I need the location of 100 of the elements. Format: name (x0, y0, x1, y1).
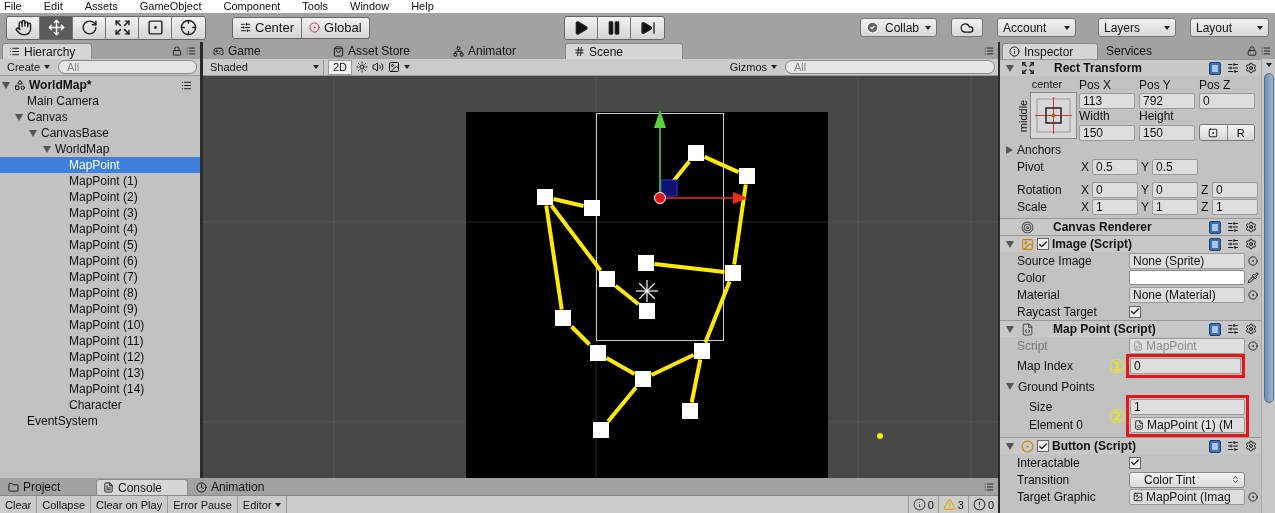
settings-icon[interactable] (1245, 62, 1257, 74)
menu-item[interactable]: Help (411, 0, 434, 13)
expanded-arrow-icon[interactable] (1006, 442, 1014, 450)
scrollbar[interactable] (1261, 59, 1275, 513)
scene-tab[interactable]: Animator (445, 43, 563, 59)
hierarchy-item[interactable]: Main Camera (0, 93, 200, 109)
color-field[interactable] (1129, 270, 1245, 285)
lock-icon[interactable] (1247, 46, 1257, 56)
hierarchy-item[interactable]: MapPoint (12) (0, 349, 200, 365)
tool-button[interactable] (172, 16, 205, 39)
hierarchy-item[interactable]: MapPoint (5) (0, 237, 200, 253)
menu-item[interactable]: Assets (84, 0, 118, 13)
sun-icon[interactable] (356, 61, 369, 73)
menu-item[interactable]: Edit (43, 0, 63, 13)
console-button[interactable]: Collapse (37, 496, 92, 513)
console-button[interactable]: Clear (0, 496, 38, 513)
expanded-arrow-icon[interactable] (1006, 240, 1014, 248)
image-icon[interactable] (388, 61, 401, 73)
hierarchy-item[interactable]: EventSystem (0, 413, 200, 429)
eyedropper-icon[interactable] (1247, 271, 1259, 284)
help-book-icon[interactable] (1209, 61, 1221, 75)
sliders-icon[interactable] (1227, 323, 1239, 335)
hierarchy-item[interactable]: MapPoint (1) (0, 173, 200, 189)
help-book-icon[interactable] (1209, 237, 1221, 251)
speaker-icon[interactable] (372, 61, 385, 73)
editor-dropdown[interactable]: Editor (237, 496, 287, 513)
layout-dropdown[interactable]: Layout (1190, 18, 1269, 37)
pause-button[interactable] (598, 16, 632, 39)
create-dropdown[interactable]: Create (3, 59, 55, 75)
tool-button[interactable] (7, 16, 40, 39)
tool-button[interactable] (40, 16, 73, 39)
tool-button[interactable] (73, 16, 106, 39)
hierarchy-item[interactable]: MapPoint (14) (0, 381, 200, 397)
scene-tab[interactable]: Game (205, 43, 323, 59)
menu-icon[interactable] (181, 79, 192, 91)
plane-handle[interactable] (660, 179, 678, 197)
number-field[interactable]: 0.5 (1092, 158, 1138, 175)
sliders-icon[interactable] (1227, 440, 1239, 452)
expanded-arrow-icon[interactable] (2, 81, 10, 89)
raw-edit-button[interactable]: R (1227, 125, 1254, 140)
hierarchy-item[interactable]: CanvasBase (0, 125, 200, 141)
pivot-mode-button[interactable]: Center (233, 17, 303, 38)
bottom-tab[interactable]: Animation (190, 479, 282, 495)
cloud-button[interactable] (951, 18, 983, 37)
hierarchy-item[interactable]: MapPoint (11) (0, 333, 200, 349)
scene-tab[interactable]: Scene (565, 43, 683, 59)
number-field[interactable]: 0.5 (1152, 158, 1198, 175)
menu-item[interactable]: Component (223, 0, 281, 13)
number-field[interactable]: 113 (1079, 93, 1135, 109)
anchor-preset-icon[interactable] (1029, 92, 1077, 139)
inspector-tab[interactable]: Inspector (1002, 43, 1098, 59)
hierarchy-item[interactable]: MapPoint (10) (0, 317, 200, 333)
hierarchy-item[interactable]: MapPoint (13) (0, 365, 200, 381)
menu-item[interactable]: File (4, 0, 22, 13)
number-field[interactable]: 150 (1139, 124, 1195, 141)
expanded-arrow-icon[interactable] (1006, 325, 1014, 333)
settings-icon[interactable] (1245, 440, 1257, 452)
number-field[interactable]: 1 (1152, 198, 1198, 215)
pivot-dot[interactable] (654, 192, 666, 204)
lock-icon[interactable] (172, 46, 182, 56)
message-count[interactable]: 0 (907, 496, 938, 513)
number-field[interactable]: 1 (1130, 399, 1245, 415)
hierarchy-item[interactable]: MapPoint (0, 157, 200, 173)
hierarchy-item[interactable]: MapPoint (4) (0, 221, 200, 237)
object-picker-icon[interactable] (1248, 255, 1258, 266)
console-button[interactable]: Error Pause (168, 496, 238, 513)
menu-item[interactable]: Window (350, 0, 390, 13)
inspector-tab[interactable]: Services (1100, 43, 1196, 59)
sliders-icon[interactable] (1227, 221, 1239, 233)
search-field[interactable]: All (785, 60, 995, 74)
object-picker-icon[interactable] (1248, 340, 1258, 351)
number-field[interactable]: 0 (1092, 181, 1138, 198)
object-picker-icon[interactable] (1248, 491, 1258, 502)
hierarchy-item[interactable]: Canvas (0, 109, 200, 125)
menu-item[interactable]: GameObject (139, 0, 202, 13)
scene-tab[interactable]: Asset Store (325, 43, 443, 59)
hierarchy-item[interactable]: Character (0, 397, 200, 413)
number-field[interactable]: 150 (1079, 124, 1135, 141)
settings-icon[interactable] (1245, 323, 1257, 335)
object-field[interactable]: MapPoint (1) (M (1130, 417, 1245, 433)
shading-dropdown[interactable]: Shaded (206, 59, 324, 75)
bottom-tab[interactable]: Project (2, 479, 94, 495)
hierarchy-tab[interactable]: Hierarchy (2, 43, 92, 59)
object-field[interactable]: MapPoint (Imag (1129, 488, 1245, 505)
checkbox[interactable] (1037, 440, 1049, 452)
mode-2d-toggle[interactable]: 2D (328, 59, 353, 75)
hierarchy-item[interactable]: MapPoint (8) (0, 285, 200, 301)
console-button[interactable]: Clear on Play (91, 496, 169, 513)
x-axis-arrow[interactable] (665, 192, 748, 204)
step-button[interactable] (631, 16, 665, 39)
number-field[interactable]: 0 (1212, 181, 1258, 198)
selection-outline[interactable] (596, 113, 724, 341)
menu-item[interactable]: Tools (302, 0, 329, 13)
sliders-icon[interactable] (1227, 238, 1239, 250)
message-count[interactable]: 3 (937, 496, 968, 513)
number-field[interactable]: 0 (1199, 93, 1255, 109)
hierarchy-item[interactable]: MapPoint (3) (0, 205, 200, 221)
expanded-arrow-icon[interactable] (1006, 64, 1014, 72)
layers-dropdown[interactable]: Layers (1098, 18, 1176, 37)
gizmos-dropdown[interactable]: Gizmos (725, 59, 781, 75)
